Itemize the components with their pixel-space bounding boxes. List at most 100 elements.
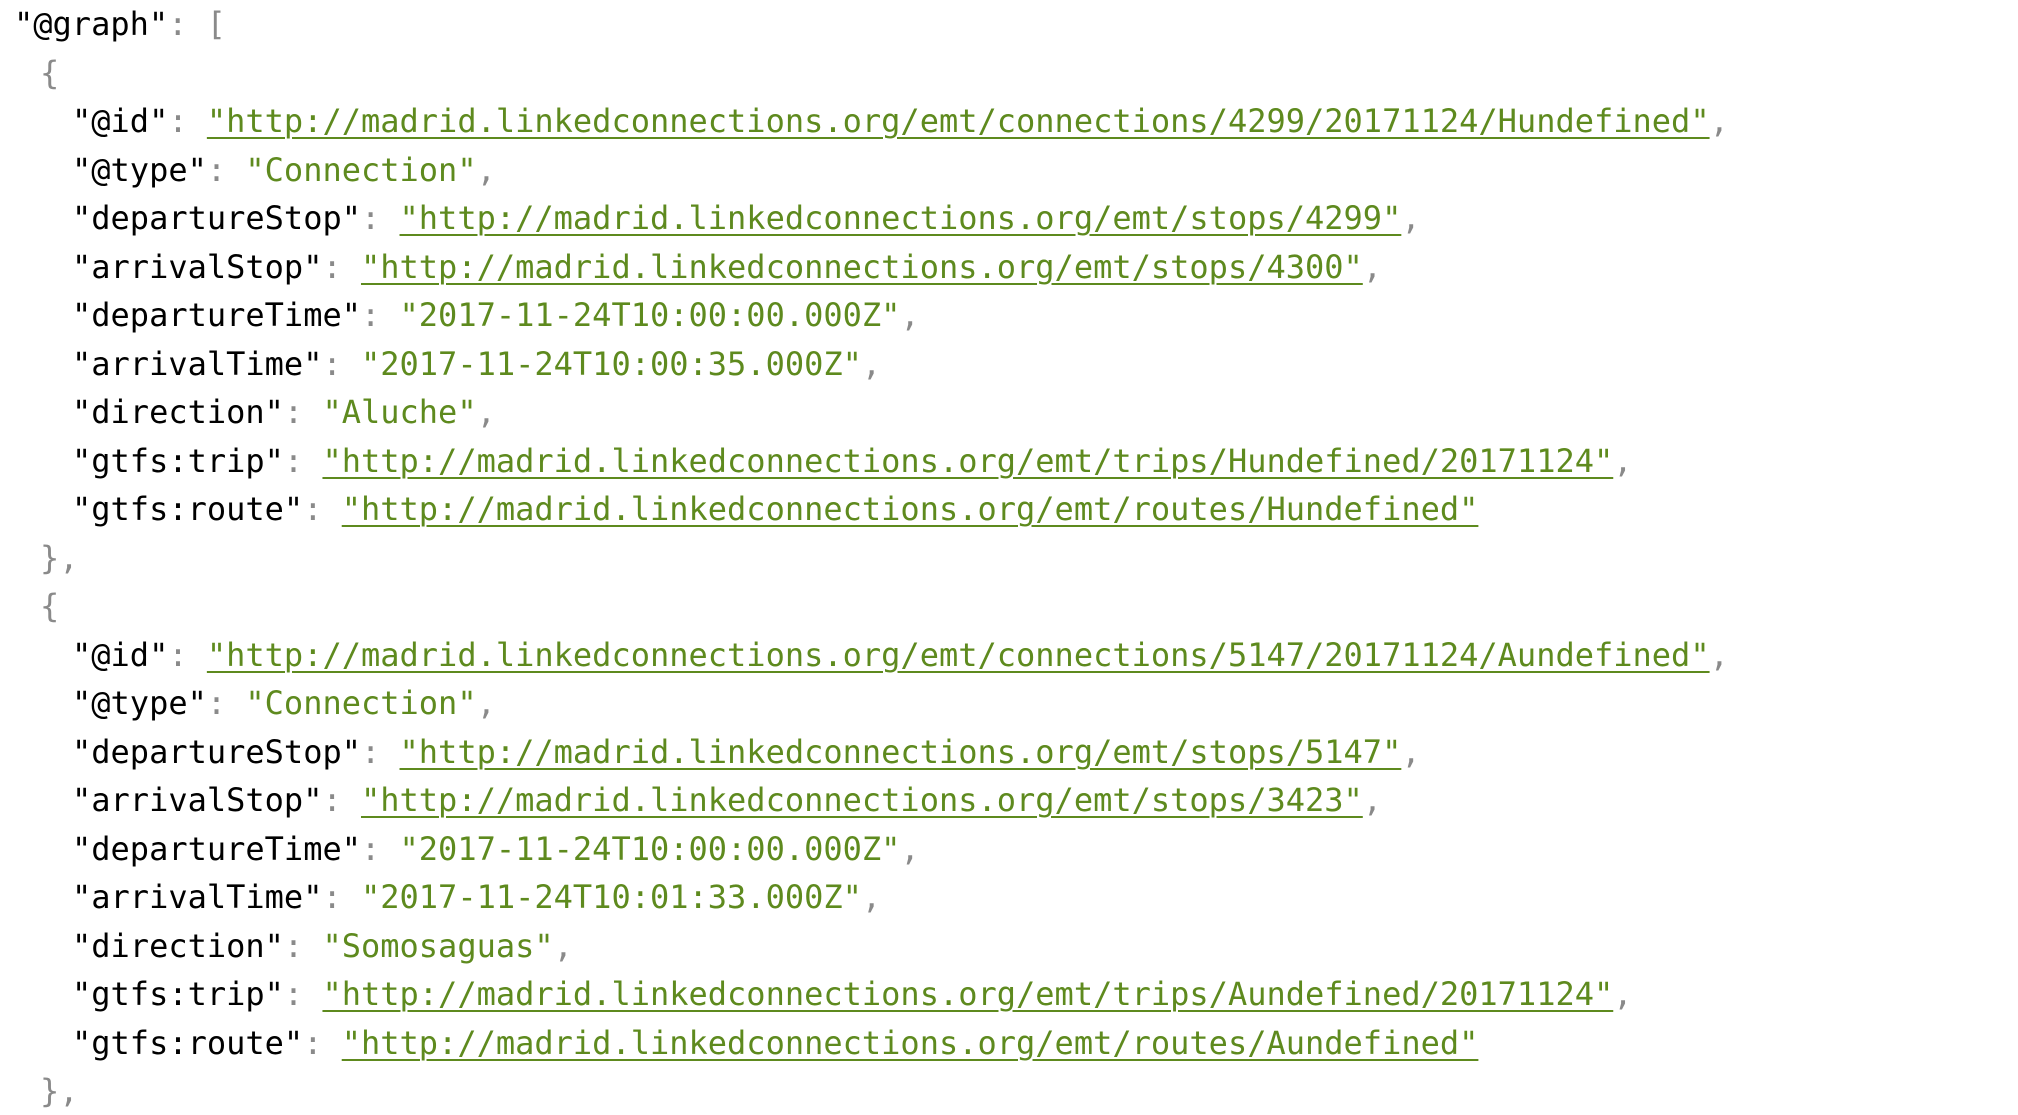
colon: : xyxy=(303,1023,342,1062)
property-line: "@type": "Connection", xyxy=(72,679,496,727)
comma: , xyxy=(900,829,920,868)
link-value[interactable]: "http://madrid.linkedconnections.org/emt… xyxy=(400,733,1402,771)
object-close-line: }, xyxy=(40,534,79,582)
string-value: "Connection" xyxy=(245,684,477,722)
string-value: "2017-11-24T10:00:00.000Z" xyxy=(399,829,901,868)
property-line: "departureStop": "http://madrid.linkedco… xyxy=(72,728,1421,776)
open-brace: { xyxy=(40,53,60,92)
colon: : xyxy=(206,150,246,189)
property-line: "gtfs:trip": "http://madrid.linkedconnec… xyxy=(72,970,1633,1018)
property-line: "@type": "Connection", xyxy=(72,146,496,194)
property-line: "gtfs:trip": "http://madrid.linkedconnec… xyxy=(72,437,1633,485)
string-value: "Connection" xyxy=(245,150,477,189)
link-value[interactable]: "http://madrid.linkedconnections.org/emt… xyxy=(207,102,1710,140)
string-value: "2017-11-24T10:00:00.000Z" xyxy=(399,296,901,334)
graph-header-line: "@graph": [ xyxy=(14,0,226,48)
colon: : xyxy=(360,732,400,771)
comma: , xyxy=(900,296,920,334)
comma: , xyxy=(1401,199,1421,237)
property-key: "departureStop" xyxy=(72,199,361,237)
close-brace: }, xyxy=(40,538,79,577)
property-key: "gtfs:trip" xyxy=(72,441,284,480)
link-value[interactable]: "http://madrid.linkedconnections.org/emt… xyxy=(322,442,1613,480)
colon: : xyxy=(303,490,342,528)
property-key: "gtfs:trip" xyxy=(72,975,284,1013)
colon: : xyxy=(283,926,323,965)
colon: : xyxy=(360,829,400,868)
comma: , xyxy=(861,878,882,916)
colon: : xyxy=(283,441,323,480)
property-key: "@type" xyxy=(72,684,207,722)
comma: , xyxy=(861,344,882,383)
string-value: "2017-11-24T10:00:35.000Z" xyxy=(360,344,862,383)
comma: , xyxy=(1401,732,1421,771)
property-key: "direction" xyxy=(72,393,284,431)
property-line: "arrivalStop": "http://madrid.linkedconn… xyxy=(72,243,1382,291)
object-open-line: { xyxy=(40,49,59,97)
property-key: "direction" xyxy=(72,926,284,965)
property-key: "departureTime" xyxy=(72,296,361,334)
property-line: "departureTime": "2017-11-24T10:00:00.00… xyxy=(72,825,920,873)
colon: : xyxy=(206,684,246,722)
property-line: "direction": "Somosaguas", xyxy=(72,922,573,970)
colon: : xyxy=(360,296,400,334)
property-line: "departureTime": "2017-11-24T10:00:00.00… xyxy=(72,291,920,339)
colon: : xyxy=(168,635,207,674)
property-key: "arrivalTime" xyxy=(72,878,323,916)
property-key: "arrivalStop" xyxy=(72,247,323,286)
colon: : xyxy=(322,344,361,383)
json-viewer: "@graph": [ { "@id": "http://madrid.linked… xyxy=(0,0,2018,1112)
link-value[interactable]: "http://madrid.linkedconnections.org/emt… xyxy=(322,975,1613,1013)
link-value[interactable]: "http://madrid.linkedconnections.org/emt… xyxy=(400,199,1402,237)
link-value[interactable]: "http://madrid.linkedconnections.org/emt… xyxy=(361,248,1363,286)
property-line: "@id": "http://madrid.linkedconnections.… xyxy=(72,97,1729,145)
graph-key: "@graph" xyxy=(14,5,169,43)
comma: , xyxy=(1709,102,1729,140)
colon: : xyxy=(322,878,361,916)
property-line: "@id": "http://madrid.linkedconnections.… xyxy=(72,631,1729,679)
close-brace: }, xyxy=(40,1072,79,1110)
property-line: "arrivalTime": "2017-11-24T10:00:35.000Z… xyxy=(72,340,881,388)
colon: : xyxy=(168,102,207,140)
open-brace: { xyxy=(40,587,60,625)
property-line: "arrivalTime": "2017-11-24T10:01:33.000Z… xyxy=(72,873,881,921)
string-value: "Aluche" xyxy=(322,393,477,431)
property-line: "departureStop": "http://madrid.linkedco… xyxy=(72,194,1421,242)
property-line: "arrivalStop": "http://madrid.linkedconn… xyxy=(72,776,1382,824)
property-key: "gtfs:route" xyxy=(72,490,304,528)
comma: , xyxy=(1613,975,1633,1013)
comma: , xyxy=(476,684,496,722)
property-line: "direction": "Aluche", xyxy=(72,388,496,436)
property-key: "@type" xyxy=(72,150,207,189)
colon: : xyxy=(283,393,323,431)
open-bracket: : [ xyxy=(168,5,226,43)
property-key: "gtfs:route" xyxy=(72,1023,304,1062)
comma: , xyxy=(476,393,496,431)
property-key: "@id" xyxy=(72,102,169,140)
link-value[interactable]: "http://madrid.linkedconnections.org/emt… xyxy=(342,1024,1479,1062)
comma: , xyxy=(476,150,496,189)
comma: , xyxy=(1362,247,1383,286)
comma: , xyxy=(1613,441,1633,480)
property-line: "gtfs:route": "http://madrid.linkedconne… xyxy=(72,485,1478,533)
property-key: "arrivalTime" xyxy=(72,344,323,383)
link-value[interactable]: "http://madrid.linkedconnections.org/emt… xyxy=(342,490,1479,528)
property-key: "@id" xyxy=(72,635,169,674)
link-value[interactable]: "http://madrid.linkedconnections.org/emt… xyxy=(207,636,1710,674)
object-open-line: { xyxy=(40,582,59,630)
property-key: "arrivalStop" xyxy=(72,781,323,819)
object-close-line: }, xyxy=(40,1067,79,1115)
string-value: "2017-11-24T10:01:33.000Z" xyxy=(360,878,862,916)
colon: : xyxy=(322,781,361,819)
colon: : xyxy=(360,199,400,237)
string-value: "Somosaguas" xyxy=(322,926,554,965)
comma: , xyxy=(553,926,573,965)
property-key: "departureStop" xyxy=(72,732,361,771)
colon: : xyxy=(322,247,361,286)
property-line: "gtfs:route": "http://madrid.linkedconne… xyxy=(72,1019,1478,1067)
link-value[interactable]: "http://madrid.linkedconnections.org/emt… xyxy=(361,781,1363,819)
comma: , xyxy=(1709,635,1729,674)
property-key: "departureTime" xyxy=(72,829,361,868)
comma: , xyxy=(1362,781,1383,819)
colon: : xyxy=(283,975,323,1013)
